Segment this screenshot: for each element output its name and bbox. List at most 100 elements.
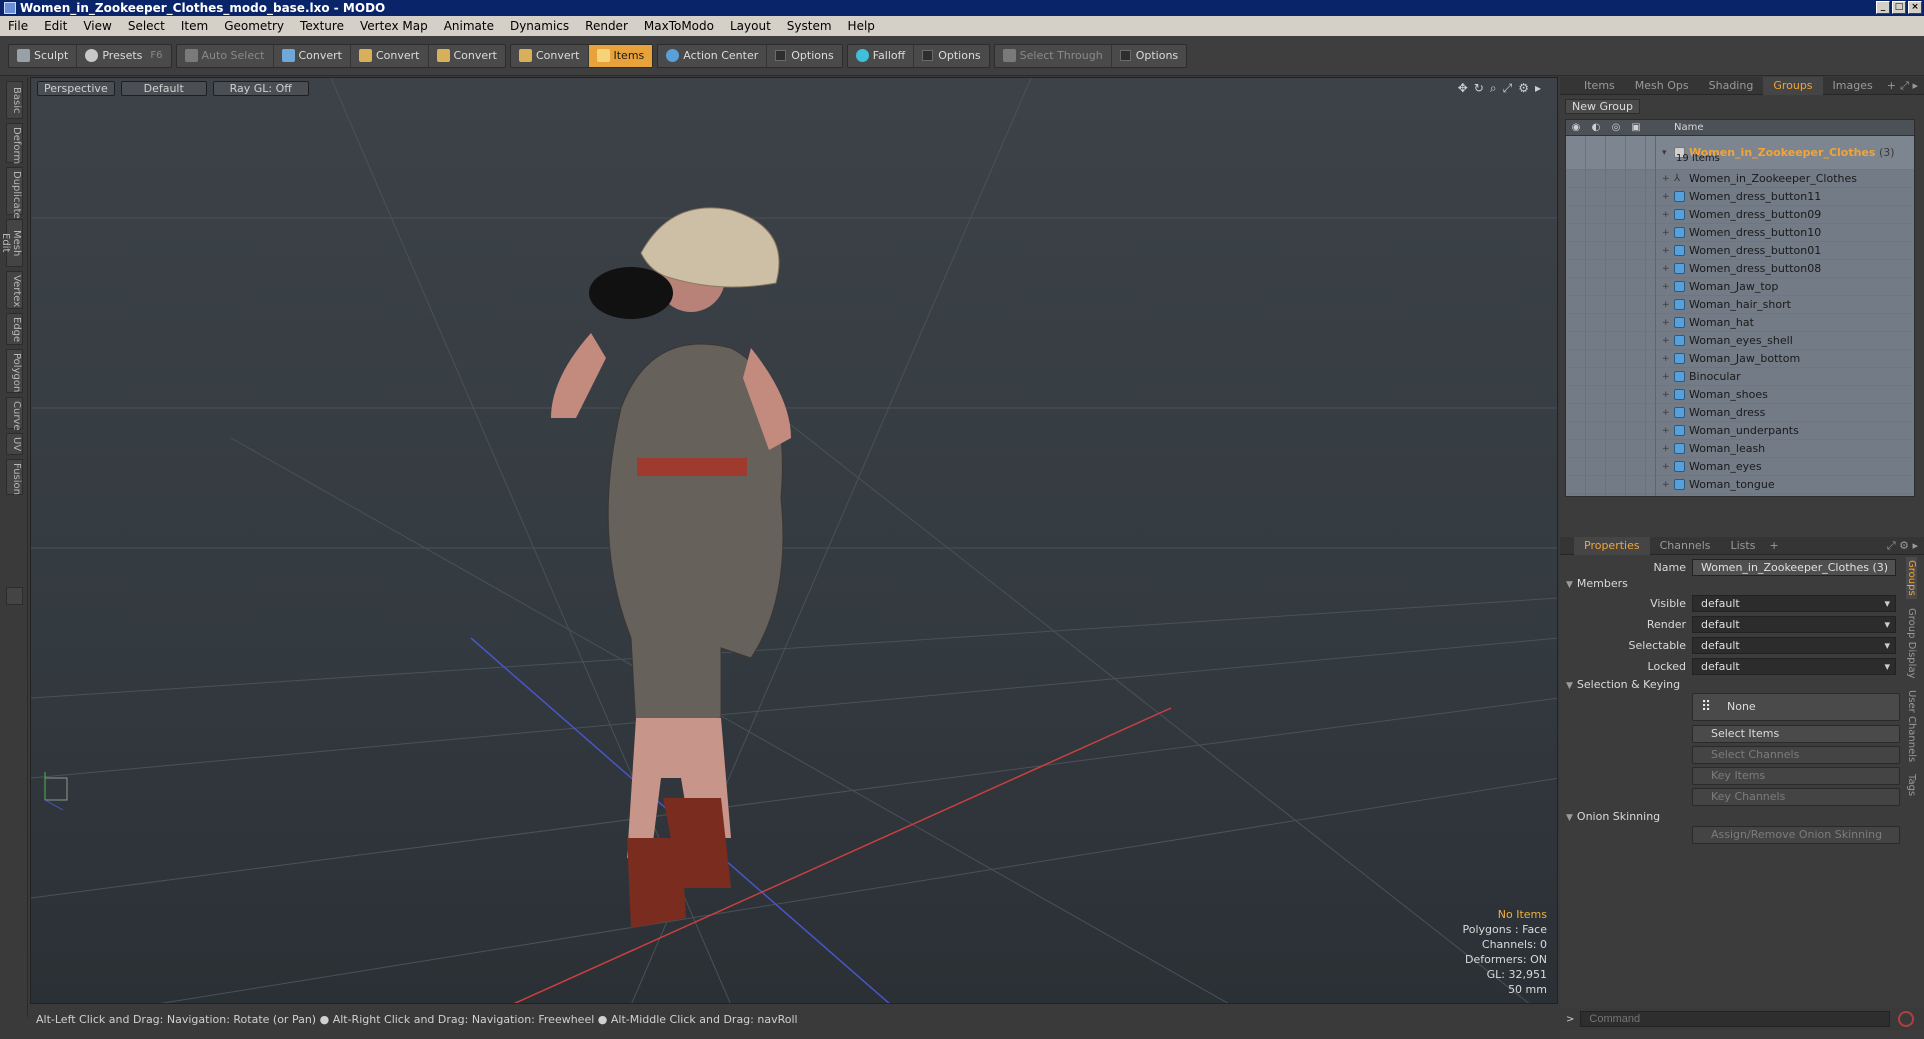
select-channels-button[interactable]: Select Channels xyxy=(1692,746,1900,764)
options-checkbox[interactable] xyxy=(1119,50,1131,61)
tab-edge[interactable]: Edge xyxy=(6,313,23,345)
tab-fusion[interactable]: Fusion xyxy=(6,459,23,495)
none-button[interactable]: ⠿ None xyxy=(1692,693,1900,721)
tab-basic[interactable]: Basic xyxy=(6,81,23,119)
options-checkbox[interactable] xyxy=(775,50,787,61)
group-row[interactable]: ▾ Women_in_Zookeeper_Clothes (3) 19 Item… xyxy=(1566,135,1914,170)
selection-keying-section[interactable]: ▼ Selection & Keying xyxy=(1566,678,1680,691)
tab-lists[interactable]: Lists xyxy=(1721,537,1766,555)
group-member-row[interactable]: + Women_dress_button09 xyxy=(1566,205,1914,224)
menu-maxtomodo[interactable]: MaxToModo xyxy=(636,19,722,33)
panel-expand-icon[interactable]: ⤢ ▸ xyxy=(1900,79,1918,93)
group-member-row[interactable]: + Woman_tongue xyxy=(1566,475,1914,494)
command-history-arrow-icon[interactable]: > xyxy=(1566,1014,1574,1025)
expand-icon[interactable]: + xyxy=(1662,210,1674,220)
menu-layout[interactable]: Layout xyxy=(722,19,779,33)
character-model[interactable] xyxy=(551,207,791,928)
tab-properties[interactable]: Properties xyxy=(1574,536,1650,555)
menu-edit[interactable]: Edit xyxy=(36,19,75,33)
side-tab-group-display[interactable]: Group Display xyxy=(1906,605,1917,681)
menu-help[interactable]: Help xyxy=(840,19,883,33)
menu-geometry[interactable]: Geometry xyxy=(216,19,292,33)
expand-icon[interactable]: + xyxy=(1662,462,1674,472)
panel-settings-icon[interactable]: ⤢ ⚙ ▸ xyxy=(1887,539,1918,553)
options-checkbox[interactable] xyxy=(922,50,934,61)
group-member-row[interactable]: + Woman_eyes xyxy=(1566,457,1914,476)
menu-file[interactable]: File xyxy=(0,19,36,33)
expand-icon[interactable]: + xyxy=(1662,228,1674,238)
expand-icon[interactable]: + xyxy=(1662,444,1674,454)
expand-icon[interactable]: + xyxy=(1662,390,1674,400)
minimize-icon[interactable]: _ xyxy=(1876,1,1890,14)
maximize-icon[interactable]: □ xyxy=(1892,1,1906,14)
key-channels-button[interactable]: Key Channels xyxy=(1692,788,1900,806)
falloff-options[interactable]: Options xyxy=(914,45,988,67)
convert-edges-button[interactable]: Convert xyxy=(351,44,429,67)
expand-icon[interactable]: + xyxy=(1662,300,1674,310)
key-items-button[interactable]: Key Items xyxy=(1692,767,1900,785)
convert-polygons-button[interactable]: Convert xyxy=(429,45,506,67)
expand-icon[interactable]: + xyxy=(1662,318,1674,328)
falloff-button[interactable]: Falloff xyxy=(848,44,915,67)
convert-vertices-button[interactable]: Convert xyxy=(274,44,351,67)
expand-icon[interactable]: + xyxy=(1662,408,1674,418)
menu-render[interactable]: Render xyxy=(577,19,636,33)
menu-select[interactable]: Select xyxy=(120,19,173,33)
view-mode-dropdown[interactable]: Perspective xyxy=(37,80,115,96)
group-member-row[interactable]: + Woman_leash xyxy=(1566,439,1914,458)
group-member-row[interactable]: + Women_dress_button08 xyxy=(1566,259,1914,278)
select-lock-icon[interactable]: ◎ xyxy=(1606,122,1626,133)
auto-select-button[interactable]: Auto Select xyxy=(177,44,274,67)
group-member-row[interactable]: + Woman_dress xyxy=(1566,403,1914,422)
expand-icon[interactable]: + xyxy=(1662,246,1674,256)
select-through-options[interactable]: Options xyxy=(1112,45,1186,67)
render-icon[interactable]: ◐ xyxy=(1586,122,1606,133)
select-items-button[interactable]: Select Items xyxy=(1692,725,1900,743)
menu-item[interactable]: Item xyxy=(173,19,216,33)
tab-mesh-edit[interactable]: Mesh Edit xyxy=(0,219,23,267)
group-member-row[interactable]: +Woman xyxy=(1566,493,1914,496)
presets-button[interactable]: Presets F6 xyxy=(77,45,170,67)
new-group-button[interactable]: New Group xyxy=(1565,99,1640,114)
menu-texture[interactable]: Texture xyxy=(292,19,352,33)
assign-onion-button[interactable]: Assign/Remove Onion Skinning xyxy=(1692,826,1900,844)
tab-duplicate[interactable]: Duplicate xyxy=(6,167,23,219)
tab-deform[interactable]: Deform xyxy=(6,123,23,164)
tab-polygon[interactable]: Polygon xyxy=(6,349,23,393)
group-member-row[interactable]: + ⅄ Women_in_Zookeeper_Clothes xyxy=(1566,169,1914,188)
name-column-header[interactable]: Name xyxy=(1674,122,1704,133)
record-macro-icon[interactable] xyxy=(1898,1011,1915,1027)
expand-icon[interactable]: + xyxy=(1662,192,1674,202)
add-tab-icon[interactable]: + xyxy=(1769,539,1778,552)
visibility-eye-icon[interactable]: ◉ xyxy=(1566,122,1586,133)
side-tab-groups[interactable]: Groups xyxy=(1906,557,1917,599)
tab-mesh-ops[interactable]: Mesh Ops xyxy=(1625,77,1699,95)
3d-viewport[interactable]: Perspective Default Ray GL: Off ✥ ↻ ⌕ ⤢ … xyxy=(30,77,1558,1004)
viewport-menu-arrow-icon[interactable]: ▸ xyxy=(1535,81,1541,96)
expand-icon[interactable]: + xyxy=(1662,264,1674,274)
expand-icon[interactable]: + xyxy=(1662,426,1674,436)
fit-view-icon[interactable]: ⤢ xyxy=(1503,81,1513,96)
expand-icon[interactable]: + xyxy=(1662,174,1674,184)
onion-skinning-section[interactable]: ▼ Onion Skinning xyxy=(1566,810,1660,823)
tab-curve[interactable]: Curve xyxy=(6,397,23,431)
menu-view[interactable]: View xyxy=(75,19,119,33)
menu-vertex-map[interactable]: Vertex Map xyxy=(352,19,436,33)
command-input[interactable] xyxy=(1580,1011,1891,1027)
group-member-row[interactable]: + Women_dress_button11 xyxy=(1566,187,1914,206)
rotate-view-icon[interactable]: ↻ xyxy=(1474,81,1484,96)
tab-shading[interactable]: Shading xyxy=(1699,77,1764,95)
expand-icon[interactable]: + xyxy=(1662,282,1674,292)
items-mode-button[interactable]: Items xyxy=(588,44,653,67)
group-member-row[interactable]: + Woman_hat xyxy=(1566,313,1914,332)
group-member-row[interactable]: + Woman_Jaw_top xyxy=(1566,277,1914,296)
group-member-row[interactable]: + Women_dress_button01 xyxy=(1566,241,1914,260)
group-member-row[interactable]: + Woman_underpants xyxy=(1566,421,1914,440)
members-section[interactable]: ▼ Members xyxy=(1566,577,1628,590)
expand-icon[interactable]: + xyxy=(1662,372,1674,382)
tab-channels[interactable]: Channels xyxy=(1650,537,1721,555)
tab-images[interactable]: Images xyxy=(1823,77,1883,95)
convert-items-button[interactable]: Convert xyxy=(511,44,589,67)
lock-icon[interactable]: ▣ xyxy=(1626,122,1646,133)
tab-items[interactable]: Items xyxy=(1574,77,1625,95)
